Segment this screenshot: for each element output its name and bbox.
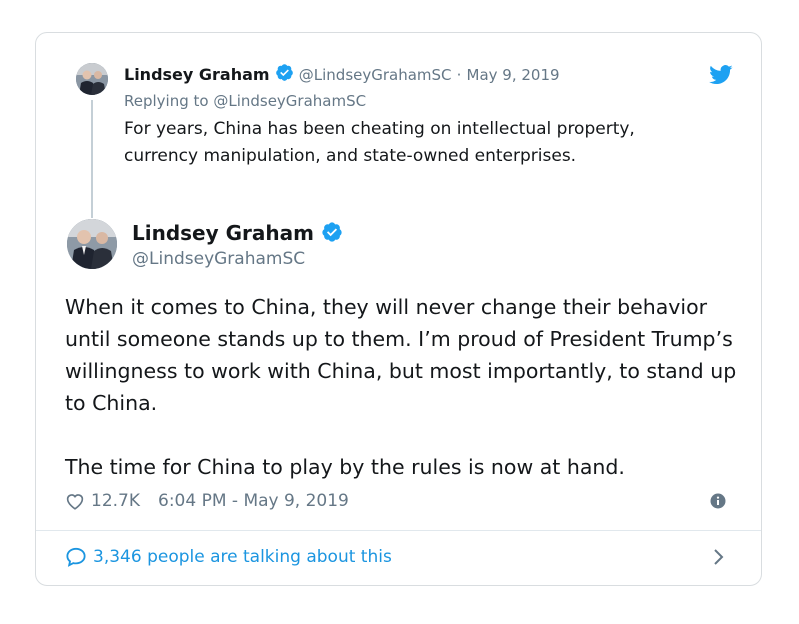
header-separator: · bbox=[456, 66, 462, 84]
main-author-handle[interactable]: @LindseyGrahamSC bbox=[132, 247, 305, 271]
tweet-paragraph: When it comes to China, they will never … bbox=[65, 295, 737, 415]
parent-author-handle[interactable]: @LindseyGrahamSC bbox=[299, 66, 452, 84]
conversation-link[interactable]: 3,346 people are talking about this bbox=[65, 545, 392, 569]
embedded-tweet-card: Lindsey Graham @LindseyGrahamSC · May 9,… bbox=[35, 32, 762, 586]
footer-divider bbox=[36, 530, 761, 531]
thread-connector-line bbox=[91, 100, 93, 218]
parent-author-avatar[interactable] bbox=[76, 63, 108, 95]
parent-author-name[interactable]: Lindsey Graham bbox=[124, 65, 270, 84]
like-count[interactable]: 12.7K bbox=[91, 489, 140, 513]
chevron-right-icon[interactable] bbox=[712, 548, 724, 570]
main-author-avatar[interactable] bbox=[67, 219, 117, 269]
twitter-bird-icon[interactable] bbox=[709, 65, 733, 89]
main-tweet-text: When it comes to China, they will never … bbox=[65, 291, 745, 483]
main-author-name[interactable]: Lindsey Graham bbox=[132, 221, 314, 245]
verified-badge-icon bbox=[275, 63, 294, 88]
speech-bubble-icon bbox=[65, 547, 87, 567]
info-icon[interactable] bbox=[710, 493, 726, 513]
tweet-timestamp[interactable]: 6:04 PM - May 9, 2019 bbox=[158, 489, 349, 513]
replying-to-label[interactable]: Replying to @LindseyGrahamSC bbox=[124, 90, 366, 112]
main-author-header: Lindsey Graham bbox=[132, 220, 343, 249]
tweet-paragraph: The time for China to play by the rules … bbox=[65, 455, 625, 479]
parent-tweet-header: Lindsey Graham @LindseyGrahamSC · May 9,… bbox=[124, 63, 560, 88]
parent-tweet-date[interactable]: May 9, 2019 bbox=[467, 66, 560, 84]
tweet-meta-row: 12.7K 6:04 PM - May 9, 2019 bbox=[65, 489, 349, 513]
verified-badge-icon bbox=[321, 221, 343, 249]
talking-count-label[interactable]: 3,346 people are talking about this bbox=[93, 545, 392, 569]
parent-tweet-text: For years, China has been cheating on in… bbox=[124, 119, 635, 166]
heart-icon[interactable] bbox=[65, 492, 85, 510]
